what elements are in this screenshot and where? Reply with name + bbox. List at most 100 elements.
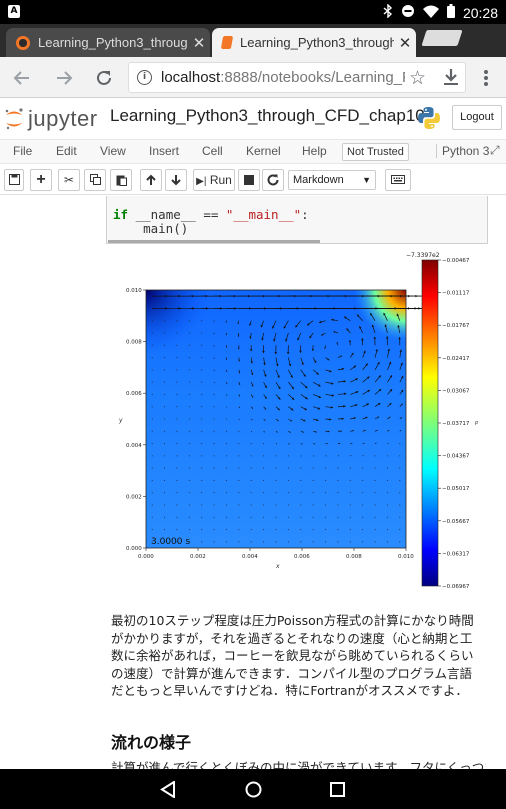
velocity-vector	[362, 529, 364, 531]
velocity-vector	[238, 443, 240, 445]
url-text[interactable]: localhost:8888/notebooks/Learning_Pyt	[161, 69, 405, 86]
x-axis-label: x	[275, 563, 280, 570]
velocity-vector	[325, 467, 327, 469]
velocity-vector	[250, 516, 252, 518]
move-down-button[interactable]	[165, 169, 187, 191]
velocity-vector	[238, 479, 240, 481]
menu-help[interactable]: Help	[302, 144, 327, 158]
time-label: 3.0000 s	[151, 537, 190, 547]
velocity-vector	[287, 516, 289, 518]
velocity-vector	[201, 541, 203, 543]
velocity-vector	[337, 516, 339, 518]
cell-type-select[interactable]: Markdown ▼	[288, 170, 376, 190]
menu-file[interactable]: File	[13, 144, 32, 158]
code-text[interactable]: if __name__ == "__main__": main()	[113, 208, 309, 236]
velocity-vector	[312, 541, 314, 543]
logout-button[interactable]: Logout	[452, 105, 502, 130]
colorbar-tick-label: −0.03717	[442, 421, 470, 427]
tab-label: Learning_Python3_through_C	[240, 35, 394, 50]
close-tab-icon[interactable]: ✕	[394, 34, 416, 52]
velocity-vector	[337, 541, 339, 543]
velocity-vector	[312, 516, 314, 518]
recents-nav-icon[interactable]	[330, 782, 345, 801]
interrupt-button[interactable]	[238, 169, 260, 191]
paste-button[interactable]	[110, 169, 132, 191]
horizontal-scrollbar[interactable]	[108, 240, 320, 243]
insert-cell-button[interactable]: +	[30, 169, 52, 191]
velocity-vector	[176, 381, 178, 383]
x-axis-ticks: 0.000 0.002 0.004 0.006 0.008 0.010	[138, 548, 414, 560]
velocity-vector	[188, 381, 190, 383]
velocity-vector	[164, 418, 166, 420]
back-nav-icon[interactable]	[160, 780, 176, 802]
velocity-pressure-plot: 0.000 0.002 0.004 0.006 0.008 0.010 0.0000.00…	[118, 252, 478, 590]
y-tick-label: 0.010	[126, 288, 142, 294]
tab-strip: Learning_Python3_through_C ✕ Learning_Py…	[0, 24, 506, 57]
home-nav-icon[interactable]	[245, 781, 262, 802]
close-tab-icon[interactable]: ✕	[188, 34, 210, 52]
velocity-vector	[164, 516, 166, 518]
velocity-vector	[374, 504, 376, 506]
velocity-vector	[312, 467, 314, 469]
back-arrow-icon[interactable]	[10, 66, 34, 90]
jupyter-logo[interactable]: jupyter	[4, 106, 98, 132]
reload-icon[interactable]	[92, 66, 116, 90]
address-bar[interactable]: i localhost:8888/notebooks/Learning_Pyt …	[128, 62, 466, 93]
tab-inactive[interactable]: Learning_Python3_through_C ✕	[6, 28, 210, 57]
velocity-vector	[238, 467, 240, 469]
notebook-title[interactable]: Learning_Python3_through_CFD_chap10	[110, 106, 425, 126]
move-up-button[interactable]	[140, 169, 162, 191]
new-tab-button[interactable]	[421, 30, 463, 46]
x-tick-label: 0.002	[190, 554, 206, 560]
velocity-vector	[275, 479, 277, 481]
velocity-vector	[349, 492, 351, 494]
cut-button[interactable]: ✂	[58, 169, 80, 191]
star-icon[interactable]: ☆	[409, 67, 426, 89]
menu-edit[interactable]: Edit	[56, 144, 77, 158]
velocity-vector	[201, 393, 203, 395]
velocity-vector	[213, 443, 215, 445]
command-palette-button[interactable]	[385, 169, 411, 191]
velocity-vector	[349, 479, 351, 481]
velocity-vector	[287, 541, 289, 543]
velocity-vector	[176, 467, 178, 469]
velocity-vector	[176, 357, 178, 359]
restart-button[interactable]	[262, 169, 284, 191]
velocity-vector	[213, 406, 215, 408]
velocity-vector	[263, 479, 265, 481]
save-button[interactable]	[4, 169, 24, 191]
velocity-vector	[213, 455, 215, 457]
run-button[interactable]: ▶| Run	[193, 169, 235, 191]
menu-cell[interactable]: Cell	[202, 144, 223, 158]
velocity-vector	[188, 369, 190, 371]
trust-button[interactable]: Not Trusted	[342, 143, 409, 161]
velocity-vector	[349, 504, 351, 506]
velocity-vector	[176, 492, 178, 494]
velocity-vector	[374, 529, 376, 531]
velocity-vector	[250, 467, 252, 469]
info-icon[interactable]: i	[137, 70, 152, 85]
velocity-vector	[201, 332, 203, 334]
velocity-vector	[188, 529, 190, 531]
more-menu-icon[interactable]	[474, 66, 498, 90]
jupyter-logo-icon	[5, 108, 23, 130]
velocity-vector	[151, 344, 153, 346]
velocity-vector	[213, 430, 215, 432]
velocity-vector	[164, 357, 166, 359]
velocity-vector	[213, 393, 215, 395]
menu-view[interactable]: View	[100, 144, 126, 158]
forward-arrow-icon[interactable]	[52, 66, 76, 90]
velocity-vector	[399, 529, 401, 531]
velocity-vector	[164, 455, 166, 457]
velocity-vector	[176, 504, 178, 506]
copy-button[interactable]	[84, 169, 106, 191]
menu-insert[interactable]: Insert	[149, 144, 179, 158]
download-icon[interactable]	[443, 68, 459, 90]
velocity-vector	[337, 492, 339, 494]
menu-kernel[interactable]: Kernel	[246, 144, 281, 158]
velocity-vector	[263, 455, 265, 457]
velocity-vector	[188, 418, 190, 420]
code-cell[interactable]: if __name__ == "__main__": main()	[106, 196, 488, 244]
tab-active[interactable]: Learning_Python3_through_C ✕	[212, 28, 416, 57]
velocity-vector	[164, 332, 166, 334]
